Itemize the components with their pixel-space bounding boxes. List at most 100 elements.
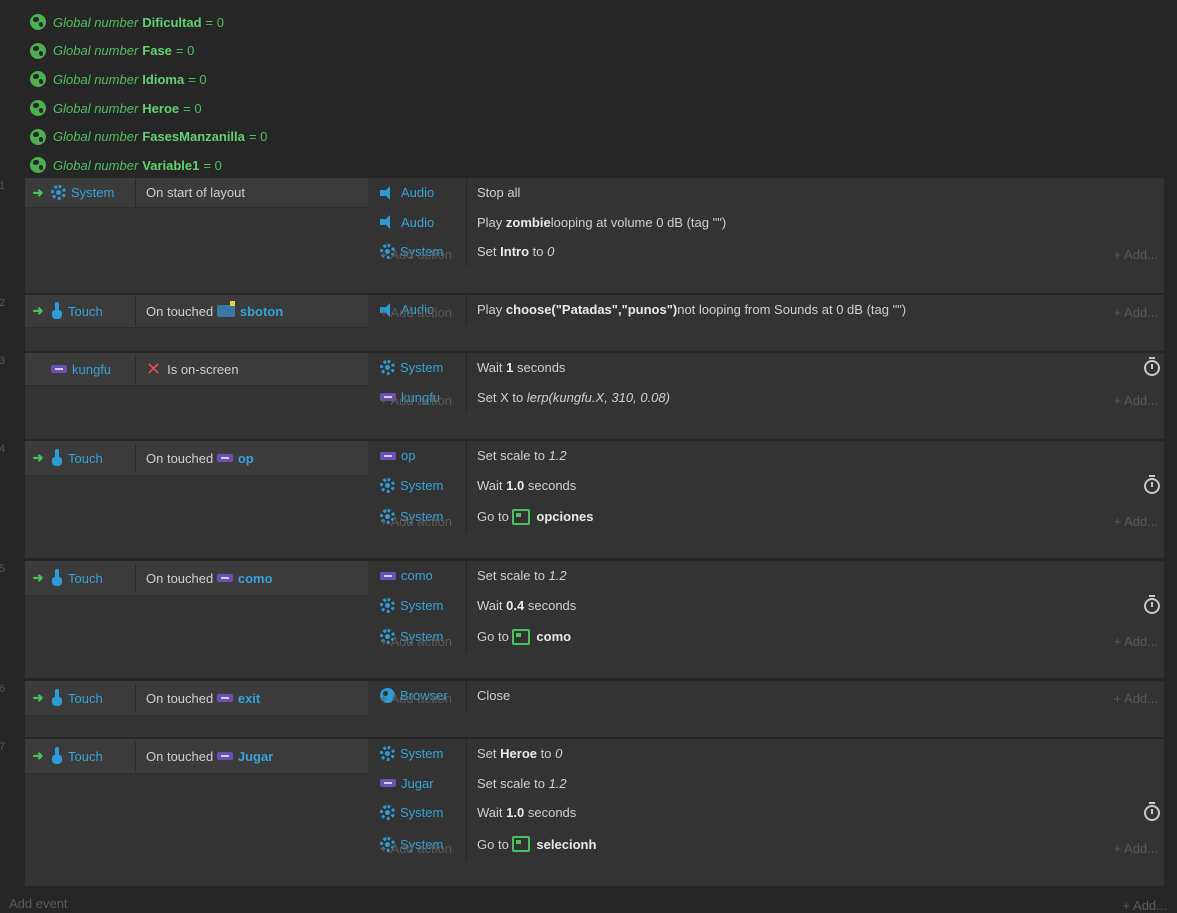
add-event-link[interactable]: Add event bbox=[9, 896, 68, 911]
var-type: Global number bbox=[53, 43, 139, 59]
event-block[interactable]: 5 ➜ Touch On touched como como Set scale… bbox=[0, 561, 1164, 678]
action-row[interactable]: como Set scale to 1.2 bbox=[370, 561, 1164, 591]
speaker-icon bbox=[380, 215, 396, 230]
trigger-arrow-icon: ➜ bbox=[32, 748, 44, 763]
add-more-link[interactable]: + Add... bbox=[1114, 634, 1158, 649]
action-row[interactable]: System Wait 1 seconds bbox=[370, 353, 1164, 383]
action-row[interactable]: op Set scale to 1.2 bbox=[370, 441, 1164, 471]
add-action-row: + Add action + Add... bbox=[370, 629, 1164, 653]
condition-row[interactable]: kungfu ✕ Is on-screen bbox=[25, 353, 368, 386]
actions: System Wait 1 seconds kungfu Set X to le… bbox=[370, 353, 1164, 412]
trigger-arrow-icon: ➜ bbox=[32, 570, 44, 585]
trigger-arrow-icon: ➜ bbox=[32, 450, 44, 465]
action-row[interactable]: System Wait 1.0 seconds bbox=[370, 798, 1164, 828]
var-name: Variable1 bbox=[142, 157, 200, 173]
add-more-link[interactable]: + Add... bbox=[1114, 514, 1158, 529]
event-block[interactable]: 2 ➜ Touch On touched sboton Audio Play c… bbox=[0, 295, 1164, 351]
touch-icon bbox=[51, 569, 63, 587]
global-var-row[interactable]: Global number Heroe = 0 bbox=[30, 94, 267, 123]
event-block[interactable]: 3 kungfu ✕ Is on-screen System Wait 1 sec… bbox=[0, 353, 1164, 439]
touch-icon bbox=[51, 689, 63, 707]
touch-icon bbox=[51, 302, 63, 320]
global-var-row[interactable]: Global number Variable1 = 0 bbox=[30, 151, 267, 180]
event-number: 3 bbox=[0, 355, 6, 367]
add-action-link[interactable]: + Add action bbox=[370, 841, 452, 856]
var-type: Global number bbox=[53, 129, 139, 145]
gear-icon bbox=[380, 477, 395, 493]
action-text: Wait 1 seconds bbox=[477, 360, 566, 376]
sprite-icon bbox=[216, 301, 235, 317]
var-type: Global number bbox=[53, 100, 139, 116]
condition-row[interactable]: ➜ System On start of layout bbox=[25, 178, 368, 208]
event-block[interactable]: 7 ➜ Touch On touched Jugar System Set He… bbox=[0, 739, 1164, 886]
globe-icon bbox=[30, 71, 46, 88]
var-name: Dificultad bbox=[142, 14, 202, 30]
condition-row[interactable]: ➜ Touch On touched Jugar bbox=[25, 739, 368, 774]
sprite-icon bbox=[216, 454, 233, 462]
condition-text: On touched exit bbox=[146, 690, 261, 706]
condition-row[interactable]: ➜ Touch On touched op bbox=[25, 441, 368, 476]
add-action-row: + Add action + Add... bbox=[370, 388, 1164, 412]
gear-icon bbox=[51, 185, 66, 200]
condition-text: On touched sboton bbox=[146, 301, 284, 319]
action-row[interactable]: System Wait 1.0 seconds bbox=[370, 470, 1164, 500]
global-variables: Global number Dificultad = 0 Global number… bbox=[30, 8, 267, 180]
action-text: Wait 0.4 seconds bbox=[477, 597, 577, 613]
action-text: Set scale to 1.2 bbox=[477, 775, 567, 791]
add-action-row: + Add action + Add... bbox=[370, 837, 1164, 861]
add-more-link[interactable]: + Add... bbox=[1114, 247, 1158, 262]
add-more-link[interactable]: + Add... bbox=[1114, 305, 1158, 320]
trigger-arrow-icon: ➜ bbox=[32, 184, 44, 200]
var-value: = 0 bbox=[203, 157, 222, 173]
action-row[interactable]: System Wait 0.4 seconds bbox=[370, 590, 1164, 620]
var-name: FasesManzanilla bbox=[142, 129, 245, 145]
global-var-row[interactable]: Global number FasesManzanilla = 0 bbox=[30, 122, 267, 151]
var-name: Fase bbox=[142, 43, 172, 59]
global-var-row[interactable]: Global number Dificultad = 0 bbox=[30, 8, 267, 37]
action-object: op bbox=[370, 441, 467, 471]
trigger-arrow-icon: ➜ bbox=[32, 690, 44, 705]
add-action-link[interactable]: + Add action bbox=[370, 634, 452, 649]
add-more-link[interactable]: + Add... bbox=[1123, 898, 1167, 913]
var-value: = 0 bbox=[205, 14, 224, 30]
condition-row[interactable]: ➜ Touch On touched sboton bbox=[25, 295, 368, 328]
timer-icon bbox=[1144, 594, 1160, 614]
add-action-link[interactable]: + Add action bbox=[370, 691, 452, 706]
event-number: 1 bbox=[0, 180, 6, 192]
condition-object: System bbox=[51, 178, 136, 207]
condition-row[interactable]: ➜ Touch On touched como bbox=[25, 561, 368, 596]
condition-row[interactable]: ➜ Touch On touched exit bbox=[25, 681, 368, 716]
add-action-link[interactable]: + Add action bbox=[370, 305, 452, 320]
sprite-icon bbox=[380, 779, 396, 788]
add-action-link[interactable]: + Add action bbox=[370, 393, 452, 408]
add-action-link[interactable]: + Add action bbox=[370, 247, 452, 262]
action-row[interactable]: Audio Stop all bbox=[370, 178, 1164, 208]
gear-icon bbox=[380, 597, 395, 613]
add-more-link[interactable]: + Add... bbox=[1114, 841, 1158, 856]
action-text: Wait 1.0 seconds bbox=[477, 805, 577, 821]
action-row[interactable]: Jugar Set scale to 1.2 bbox=[370, 768, 1164, 798]
event-block[interactable]: 6 ➜ Touch On touched exit Browser Close … bbox=[0, 681, 1164, 737]
invert-x-icon: ✕ bbox=[146, 359, 162, 379]
action-row[interactable]: System Set Heroe to 0 bbox=[370, 739, 1164, 769]
globe-icon bbox=[30, 14, 46, 31]
event-block[interactable]: 4 ➜ Touch On touched op op Set scale to … bbox=[0, 441, 1164, 558]
timer-icon bbox=[1144, 802, 1160, 821]
add-more-link[interactable]: + Add... bbox=[1114, 393, 1158, 408]
action-text: Set scale to 1.2 bbox=[477, 448, 567, 464]
action-row[interactable]: Audio Play zombie looping at volume 0 dB… bbox=[370, 207, 1164, 237]
global-var-row[interactable]: Global number Fase = 0 bbox=[30, 37, 267, 66]
add-more-link[interactable]: + Add... bbox=[1114, 691, 1158, 706]
conditions: ➜ Touch On touched como bbox=[25, 561, 368, 596]
conditions: kungfu ✕ Is on-screen bbox=[25, 353, 368, 386]
var-name: Idioma bbox=[142, 71, 185, 87]
event-block[interactable]: 1 ➜ System On start of layout Audio Stop… bbox=[0, 178, 1164, 293]
event-number: 4 bbox=[0, 443, 6, 455]
condition-object: Touch bbox=[51, 683, 136, 713]
add-action-link[interactable]: + Add action bbox=[370, 514, 452, 529]
event-number: 6 bbox=[0, 683, 6, 695]
condition-object: Touch bbox=[51, 741, 136, 771]
global-var-row[interactable]: Global number Idioma = 0 bbox=[30, 65, 267, 94]
speaker-icon bbox=[380, 185, 396, 200]
action-object: Jugar bbox=[370, 768, 467, 798]
